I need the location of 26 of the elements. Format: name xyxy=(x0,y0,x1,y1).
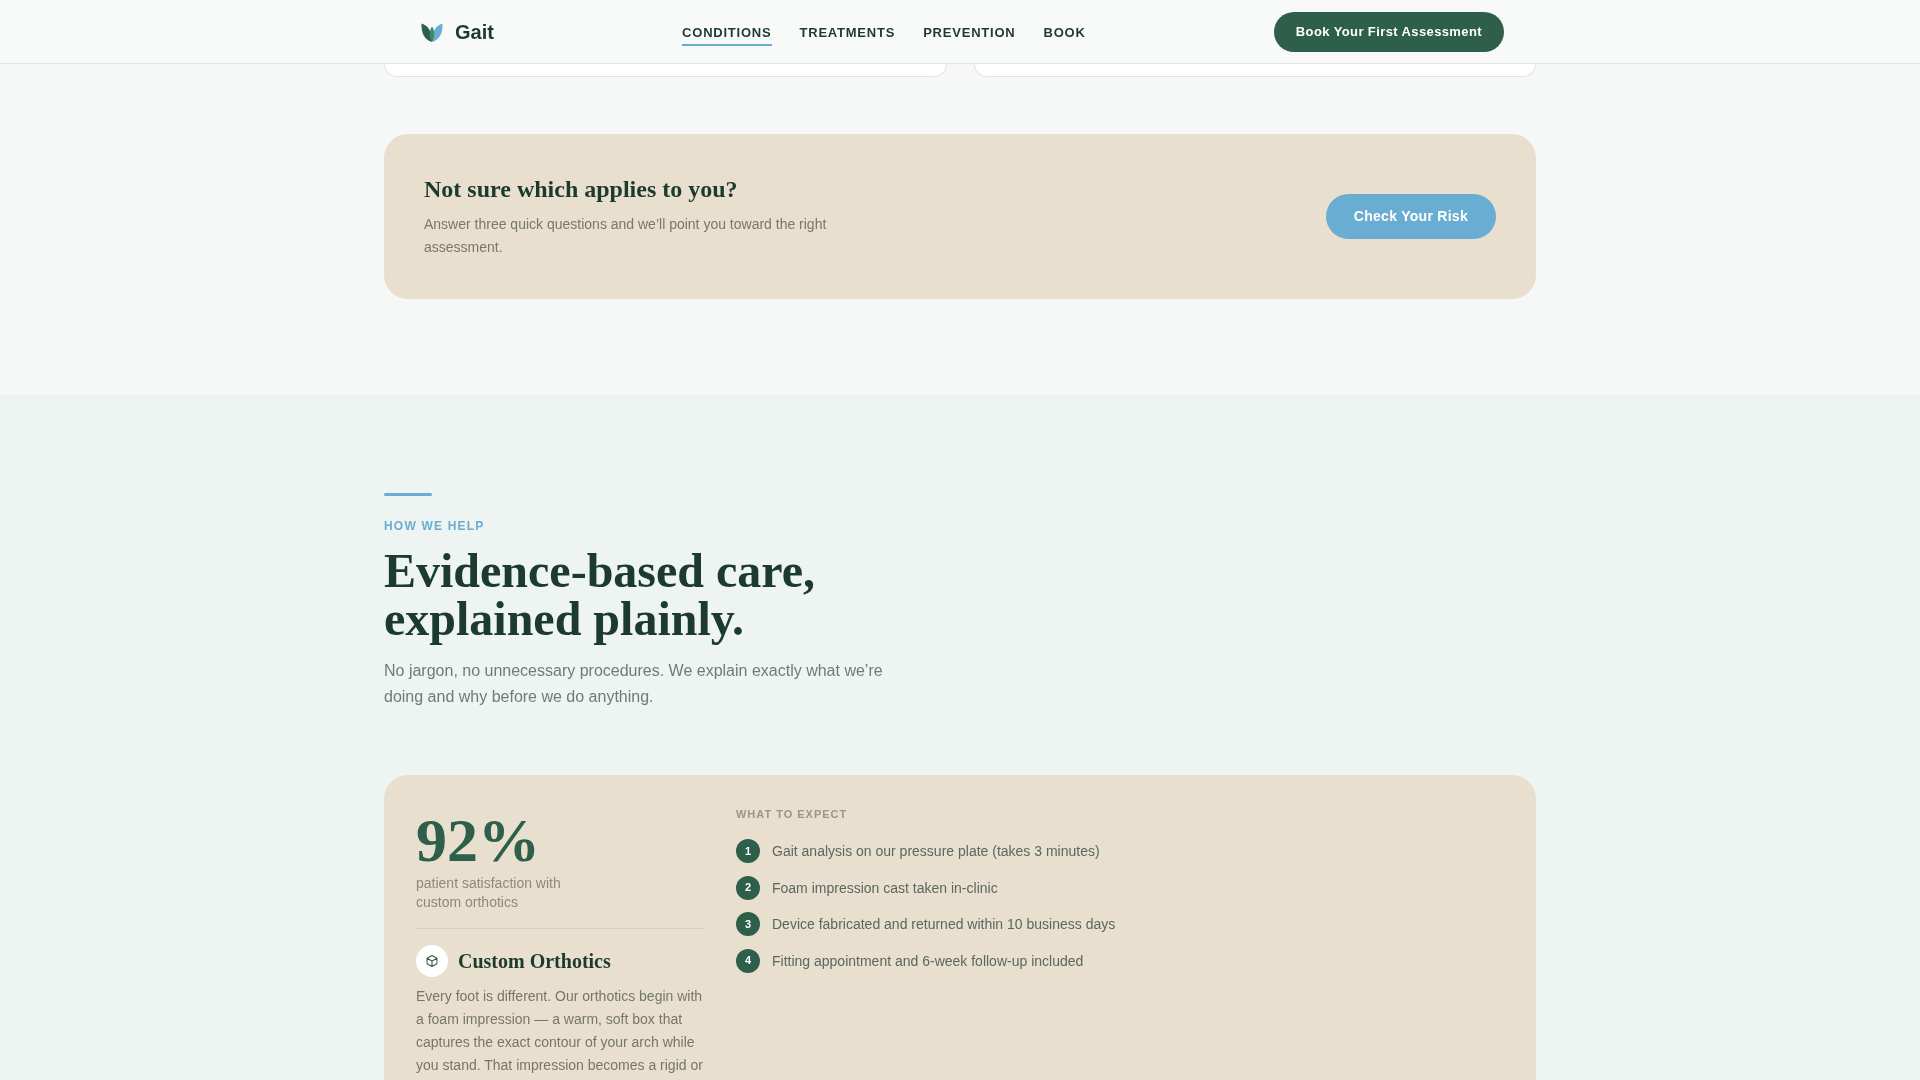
step-number: 4 xyxy=(736,948,760,973)
nav-link[interactable]: CONDITIONS xyxy=(682,19,772,46)
step-text: Fitting appointment and 6-week follow-up included xyxy=(772,951,1084,971)
step-number: 3 xyxy=(736,912,760,937)
steps-label: WHAT TO EXPECT xyxy=(736,807,849,822)
treatment-title: Custom Orthotics xyxy=(458,949,611,973)
cube-icon xyxy=(416,945,448,977)
step-text: Foam impression cast taken in-clinic xyxy=(772,878,998,898)
nav-link[interactable]: BOOK xyxy=(1043,19,1086,46)
banner-title: Not sure which applies to you? xyxy=(424,174,739,204)
stat-caption: patient satisfaction with custom orthotics xyxy=(416,874,562,912)
treatment-description: Every foot is different. Our orthotics begin with a foam impression — a warm, soft box that captures the exact contour of your arch while you stand. That impression becomes a rigid or xyxy=(416,987,704,1075)
section-intro: No jargon, no unnecessary procedures. We explain exactly what we’re doing and why before we do anything. xyxy=(384,661,884,707)
nav-link[interactable]: TREATMENTS xyxy=(799,19,896,46)
step-number: 2 xyxy=(736,875,760,900)
stat-value: 92% xyxy=(416,809,541,871)
section-eyebrow: HOW WE HELP xyxy=(384,518,486,535)
section-heading: Evidence-based care, explained plainly. xyxy=(384,547,817,643)
nav-link[interactable]: PREVENTION xyxy=(923,19,1016,46)
book-button[interactable]: Book Your First Assessment xyxy=(1273,11,1504,52)
brand-link[interactable]: Gait xyxy=(416,19,494,44)
step-text: Device fabricated and returned within 10 business days xyxy=(772,915,1116,935)
banner-text: Answer three quick questions and we’ll point you toward the right assessment. xyxy=(424,214,828,257)
accent-bar xyxy=(384,493,432,496)
step-text: Gait analysis on our pressure plate (takes 3 minutes) xyxy=(772,842,1100,861)
step-number: 1 xyxy=(736,839,760,863)
